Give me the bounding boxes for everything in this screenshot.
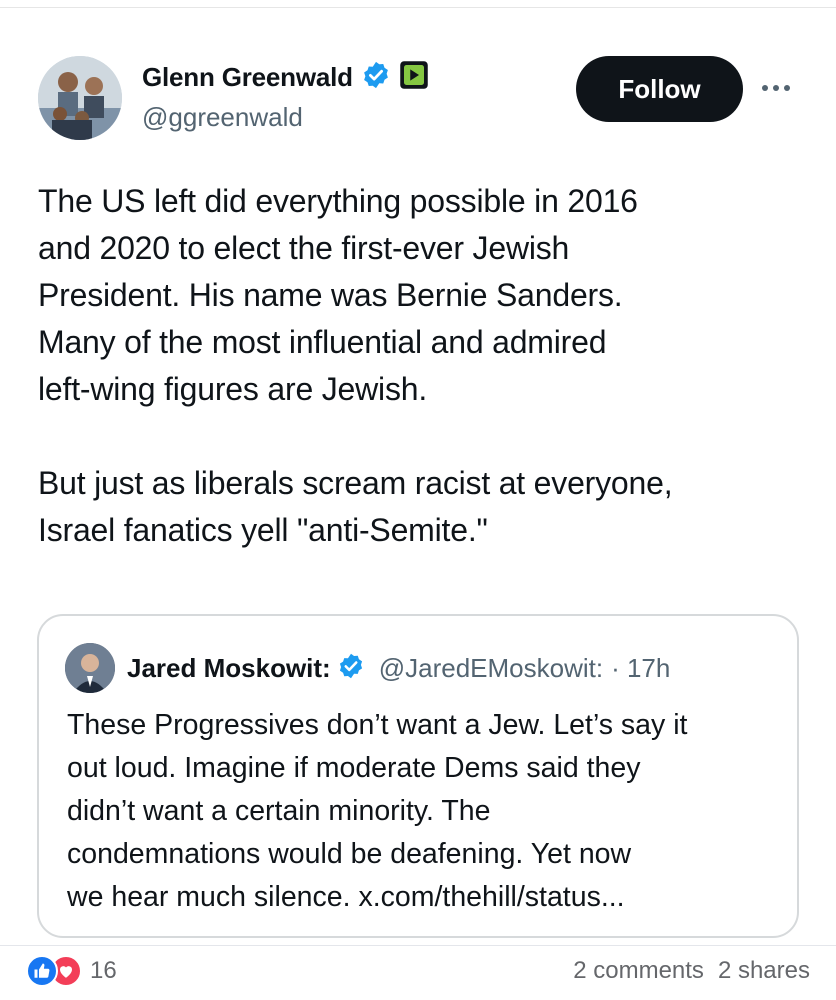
rumble-icon <box>399 60 429 95</box>
top-divider <box>0 0 836 8</box>
engagement-stats: 2 comments 2 shares <box>573 957 810 985</box>
footer-divider <box>0 945 836 946</box>
more-dot <box>762 85 768 91</box>
reaction-count: 16 <box>90 957 117 984</box>
verified-badge-icon <box>361 60 391 95</box>
more-dot <box>784 85 790 91</box>
more-icon[interactable] <box>762 78 798 98</box>
author-handle[interactable]: @ggreenwald <box>142 102 303 133</box>
more-dot <box>773 85 779 91</box>
author-name-row: Glenn Greenwald <box>142 60 429 94</box>
comments-link[interactable]: 2 comments <box>573 957 704 985</box>
avatar-photo-icon <box>65 643 115 693</box>
author-name[interactable]: Glenn Greenwald <box>142 62 353 93</box>
post-text: The US left did everything possible in 2… <box>38 183 673 548</box>
quoted-timestamp[interactable]: · 17h <box>611 653 670 684</box>
reactions-summary[interactable]: 16 <box>26 955 117 987</box>
like-reaction-icon <box>26 955 58 987</box>
verified-badge-icon <box>337 652 365 685</box>
quoted-text: These Progressives don’t want a Jew. Let… <box>67 709 688 913</box>
quoted-author-name[interactable]: Jared Moskowit: <box>127 653 331 684</box>
quoted-author-avatar[interactable] <box>65 643 115 693</box>
quoted-post[interactable]: Jared Moskowit: @JaredEMoskowit: · 17h T… <box>37 614 799 938</box>
quoted-header: Jared Moskowit: @JaredEMoskowit: · 17h <box>127 648 670 688</box>
shares-link[interactable]: 2 shares <box>718 957 810 985</box>
author-avatar[interactable] <box>38 56 122 140</box>
quoted-author-handle[interactable]: @JaredEMoskowit: <box>379 653 603 684</box>
follow-button[interactable]: Follow <box>576 56 743 122</box>
avatar-photo-icon <box>38 56 122 140</box>
